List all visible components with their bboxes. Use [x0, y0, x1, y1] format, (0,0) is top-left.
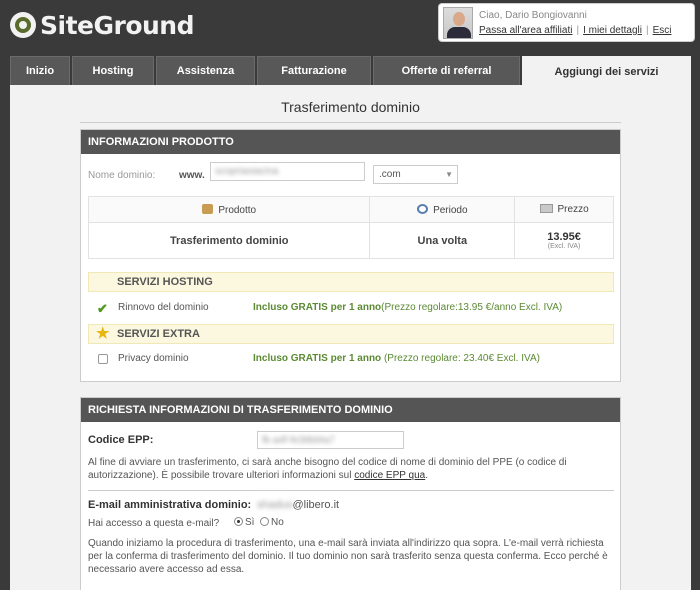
tab-fatturazione[interactable]: Fatturazione [257, 56, 371, 85]
transfer-info-panel: RICHIESTA INFORMAZIONI DI TRASFERIMENTO … [80, 397, 621, 590]
user-box: Ciao, Dario Bongiovanni Passa all'area a… [438, 3, 695, 42]
tab-assistenza[interactable]: Assistenza [156, 56, 255, 85]
brand-name: SiteGround [40, 10, 195, 40]
box-icon [202, 203, 214, 214]
product-name: Trasferimento dominio [87, 222, 371, 259]
siteground-logo[interactable]: SiteGround [10, 8, 195, 42]
siteground-logo-icon [10, 12, 36, 38]
column-price: Prezzo [514, 196, 614, 223]
admin-email-value: shadus@libero.it [257, 499, 340, 511]
top-header: SiteGround Ciao, Dario Bongiovanni Passa… [0, 0, 700, 56]
tld-value: .com [379, 169, 401, 180]
epp-code-input[interactable]: fk-a4f-fe3t8d4a7 [257, 431, 404, 449]
hosting-services-header: SERVIZI HOSTING [88, 272, 614, 292]
extra-services-header: ★ SERVIZI EXTRA [88, 324, 614, 344]
check-icon: ✔ [97, 301, 108, 316]
main-content: Trasferimento dominio INFORMAZIONI PRODO… [10, 85, 691, 590]
product-period: Una volta [369, 222, 516, 259]
list-item: Privacy dominio Incluso GRATIS per 1 ann… [88, 350, 614, 368]
title-divider [80, 122, 621, 123]
affiliate-area-link[interactable]: Passa all'area affiliati [479, 25, 572, 36]
radio-yes-icon [234, 517, 243, 526]
tld-select[interactable]: .com ▼ [373, 165, 458, 184]
admin-email-label: E-mail amministrativa dominio: [88, 499, 252, 511]
email-note: Quando iniziamo la procedura di trasferi… [88, 538, 608, 575]
domain-name-input[interactable]: scopriasiacina [210, 162, 365, 181]
user-links: Passa all'area affiliati | I miei dettagli… [479, 25, 672, 36]
product-info-header: INFORMAZIONI PRODOTTO [81, 130, 620, 154]
radio-no-icon [260, 517, 269, 526]
chevron-down-icon: ▼ [445, 170, 453, 179]
my-details-link[interactable]: I miei dettagli [583, 25, 642, 36]
transfer-info-header: RICHIESTA INFORMAZIONI DI TRASFERIMENTO … [81, 398, 620, 422]
tab-aggiungi-servizi[interactable]: Aggiungi dei servizi [522, 56, 691, 86]
product-price: 13.95€ (Excl. IVA) [514, 222, 614, 259]
column-period: Periodo [369, 196, 516, 223]
page-title: Trasferimento dominio [281, 99, 420, 115]
user-greeting: Ciao, Dario Bongiovanni [479, 10, 587, 21]
privacy-checkbox[interactable] [98, 354, 108, 364]
product-info-panel: INFORMAZIONI PRODOTTO Nome dominio: www.… [80, 129, 621, 382]
epp-code-value: fk-a4f-fe3t8d4a7 [262, 435, 335, 446]
table-row: Trasferimento dominio Una volta 13.95€ (… [87, 222, 614, 259]
logout-link[interactable]: Esci [653, 25, 672, 36]
product-table: Prodotto Periodo Prezzo Trasferimento do… [87, 196, 614, 259]
domain-name-value: scopriasiacina [215, 166, 279, 177]
tab-inizio[interactable]: Inizio [10, 56, 70, 85]
tab-offerte-referral[interactable]: Offerte di referral [373, 56, 520, 85]
divider [88, 490, 614, 491]
money-icon [539, 204, 553, 213]
tab-hosting[interactable]: Hosting [72, 56, 154, 85]
epp-label: Codice EPP: [88, 434, 154, 446]
epp-info-link[interactable]: codice EPP qua [354, 470, 425, 481]
avatar [443, 7, 473, 39]
domain-label: Nome dominio: [88, 170, 156, 181]
service-included: Incluso GRATIS per 1 anno(Prezzo regolar… [253, 302, 563, 313]
column-product: Prodotto [87, 196, 371, 223]
radio-no[interactable]: No [260, 517, 284, 528]
clock-icon [417, 203, 429, 214]
service-name: Rinnovo del dominio [118, 302, 209, 313]
service-name: Privacy dominio [118, 353, 189, 364]
epp-note: Al fine di avviare un trasferimento, ci … [88, 457, 567, 481]
star-icon: ★ [96, 325, 110, 342]
www-prefix: www. [179, 170, 205, 181]
product-table-header: Prodotto Periodo Prezzo [87, 196, 614, 223]
radio-yes[interactable]: Sì [234, 517, 254, 528]
email-access-label: Hai accesso a questa e-mail? [88, 518, 220, 529]
service-included: Incluso GRATIS per 1 anno (Prezzo regola… [253, 353, 540, 364]
list-item: ✔ Rinnovo del dominio Incluso GRATIS per… [88, 299, 614, 317]
